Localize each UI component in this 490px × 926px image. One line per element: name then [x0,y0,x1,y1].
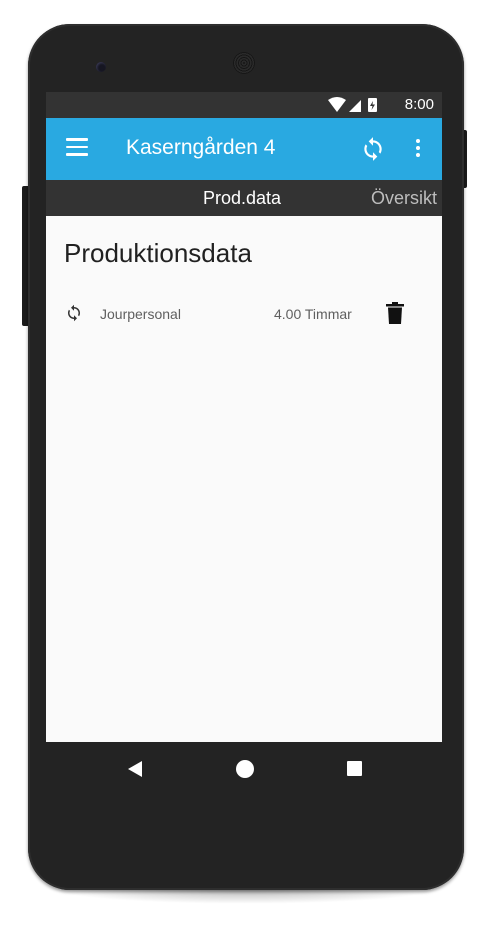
menu-icon[interactable] [66,138,88,156]
app-title: Kaserngården 4 [126,136,276,159]
app-screen: 8:00 Kaserngården 4 Prod.data Översikt P… [46,92,442,742]
sync-icon [68,304,80,322]
earpiece-speaker [233,52,255,74]
item-name: Jourpersonal [100,306,181,322]
status-time: 8:00 [404,96,434,113]
tab-prod-data[interactable]: Prod.data [203,188,281,209]
main-content: Produktionsdata Jourpersonal 4.00 Timmar [46,216,442,742]
home-circle-icon[interactable] [236,760,254,778]
wifi-icon [328,97,346,112]
app-bar: Kaserngården 4 [46,118,442,180]
tab-bar: Prod.data Översikt [46,180,442,216]
sync-icon[interactable] [360,136,386,162]
recents-square-icon[interactable] [347,761,362,776]
more-vert-icon[interactable] [410,136,426,162]
tab-oversikt[interactable]: Översikt [371,188,437,209]
status-icons [328,97,377,112]
item-value: 4.00 Timmar [274,306,352,322]
page-title: Produktionsdata [64,238,252,268]
list-item[interactable]: Jourpersonal 4.00 Timmar [46,298,442,330]
signal-icon [349,100,361,112]
back-triangle-icon[interactable] [126,760,144,778]
trash-icon[interactable] [386,302,404,324]
status-bar: 8:00 [46,92,442,118]
front-camera [96,62,106,72]
